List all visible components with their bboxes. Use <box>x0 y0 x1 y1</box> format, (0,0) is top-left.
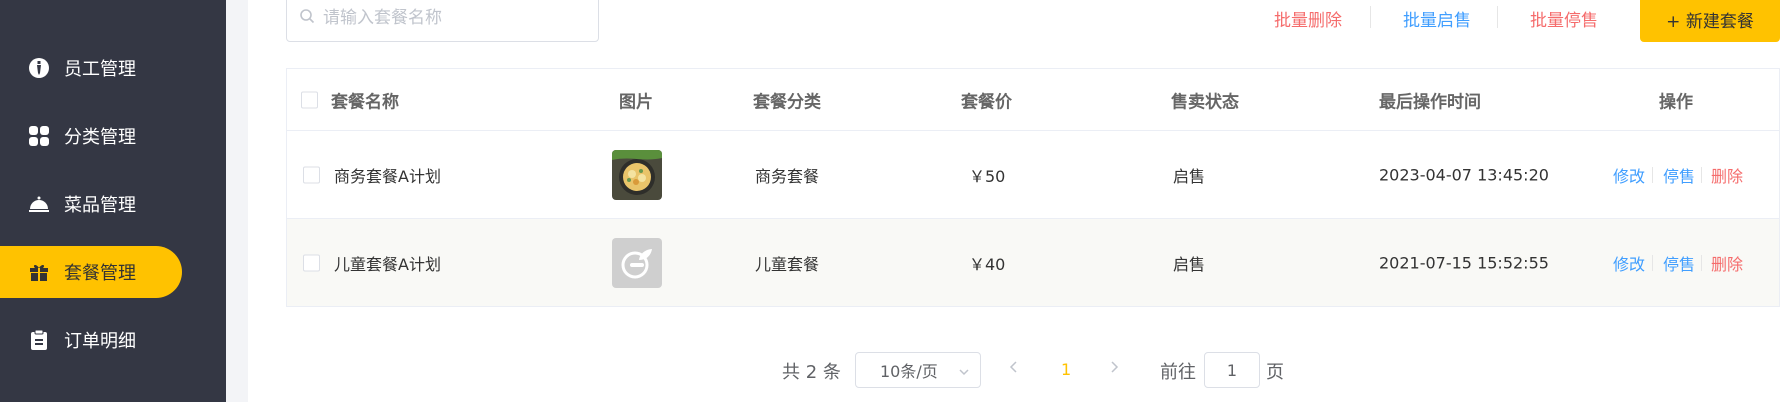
sidebar-item-employees[interactable]: 员工管理 <box>0 42 182 94</box>
header-price: 套餐价 <box>961 92 1012 112</box>
prev-page-button[interactable] <box>1008 358 1020 381</box>
goto-suffix-label: 页 <box>1266 362 1284 383</box>
edit-button[interactable]: 修改 <box>1613 251 1645 275</box>
row-checkbox[interactable] <box>303 254 320 271</box>
new-setmeal-button[interactable]: + 新建套餐 <box>1640 0 1780 42</box>
table-row: 儿童套餐A计划 儿童套餐 ￥40 启售 2021-07-15 15:52:55 … <box>287 219 1779 307</box>
row-price: ￥50 <box>969 166 1006 186</box>
sidebar-item-categories[interactable]: 分类管理 <box>0 110 182 162</box>
goto-label: 前往 <box>1160 362 1196 383</box>
gift-icon <box>28 261 50 283</box>
page-size-select[interactable]: 10条/页 <box>855 352 981 388</box>
header-status: 售卖状态 <box>1171 92 1239 112</box>
disable-button[interactable]: 停售 <box>1663 163 1695 187</box>
divider <box>1701 166 1702 183</box>
row-price: ￥40 <box>969 254 1006 274</box>
row-name: 儿童套餐A计划 <box>334 254 441 274</box>
image-placeholder-icon <box>612 237 662 288</box>
disable-button[interactable]: 停售 <box>1663 251 1695 275</box>
row-status: 启售 <box>1173 254 1206 274</box>
header-category: 套餐分类 <box>753 92 821 112</box>
delete-button[interactable]: 删除 <box>1711 163 1743 187</box>
sidebar-item-label: 套餐管理 <box>64 263 136 284</box>
header-actions: 操作 <box>1659 92 1693 112</box>
row-checkbox[interactable] <box>303 166 320 183</box>
chevron-down-icon <box>958 363 970 382</box>
search-field[interactable] <box>286 0 599 42</box>
row-category: 商务套餐 <box>755 166 820 186</box>
setmeal-image <box>612 149 662 200</box>
goto-page-input[interactable] <box>1204 352 1260 388</box>
table-header: 套餐名称 图片 套餐分类 套餐价 售卖状态 最后操作时间 操作 <box>287 69 1779 131</box>
batch-delete-button[interactable]: 批量删除 <box>1274 6 1342 31</box>
row-updated: 2023-04-07 13:45:20 <box>1379 165 1549 184</box>
category-grid-icon <box>28 125 50 147</box>
row-category: 儿童套餐 <box>755 254 820 274</box>
batch-disable-button[interactable]: 批量停售 <box>1530 6 1598 31</box>
table-row: 商务套餐A计划 商务套餐 ￥50 启售 2023-04-07 13:45:20 … <box>287 131 1779 219</box>
sidebar: 员工管理 分类管理 菜品管理 套餐管理 订单明细 <box>0 0 226 402</box>
divider <box>1370 6 1371 28</box>
delete-button[interactable]: 删除 <box>1711 251 1743 275</box>
edit-button[interactable]: 修改 <box>1613 163 1645 187</box>
page-number-current[interactable]: 1 <box>1061 360 1071 379</box>
row-status: 启售 <box>1173 166 1206 186</box>
search-input[interactable] <box>323 8 583 28</box>
sidebar-item-setmeals[interactable]: 套餐管理 <box>0 246 182 298</box>
employee-icon <box>28 57 50 79</box>
dish-cloche-icon <box>28 193 50 215</box>
divider <box>1652 254 1653 271</box>
sidebar-item-label: 菜品管理 <box>64 195 136 216</box>
sidebar-item-label: 订单明细 <box>64 331 136 352</box>
row-name: 商务套餐A计划 <box>334 166 441 186</box>
setmeal-table: 套餐名称 图片 套餐分类 套餐价 售卖状态 最后操作时间 操作 商务套餐A计划 … <box>286 68 1780 307</box>
search-icon <box>299 8 315 28</box>
header-name: 套餐名称 <box>331 92 399 112</box>
divider <box>1652 166 1653 183</box>
next-page-button[interactable] <box>1108 358 1120 381</box>
header-updated: 最后操作时间 <box>1379 92 1481 112</box>
select-all-checkbox[interactable] <box>301 91 318 108</box>
row-updated: 2021-07-15 15:52:55 <box>1379 253 1549 272</box>
sidebar-item-label: 分类管理 <box>64 127 136 148</box>
batch-enable-button[interactable]: 批量启售 <box>1403 6 1471 31</box>
divider <box>1497 6 1498 28</box>
sidebar-item-dishes[interactable]: 菜品管理 <box>0 178 182 230</box>
header-image: 图片 <box>619 92 653 112</box>
sidebar-item-label: 员工管理 <box>64 59 136 80</box>
divider <box>1701 254 1702 271</box>
pagination: 共 2 条 10条/页 1 前往 页 <box>0 352 1782 388</box>
content-gutter <box>226 0 248 402</box>
page-size-value: 10条/页 <box>880 362 938 381</box>
clipboard-icon <box>28 329 50 351</box>
pagination-total: 共 2 条 <box>782 362 841 383</box>
